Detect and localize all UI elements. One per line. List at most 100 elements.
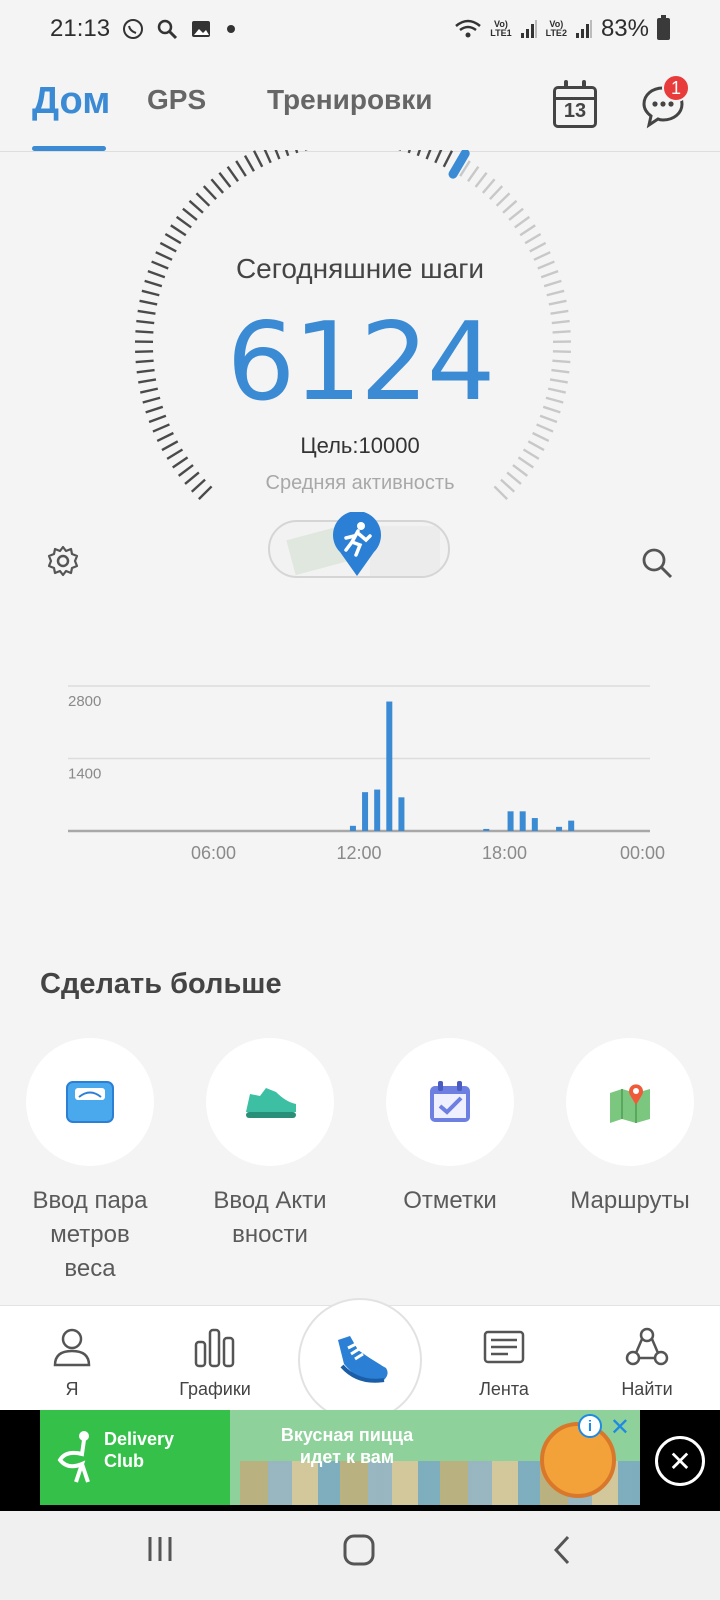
chart-x-tick: 18:00 bbox=[482, 843, 527, 863]
ad-creative[interactable]: Delivery Club Вкусная пицца идет к вам i… bbox=[40, 1410, 640, 1505]
gauge-tick bbox=[295, 150, 299, 154]
gauge-tick bbox=[263, 150, 272, 164]
chart-y-tick: 2800 bbox=[68, 693, 101, 710]
search-icon[interactable] bbox=[640, 546, 674, 585]
gauge-tick bbox=[474, 172, 488, 188]
map-pin-icon bbox=[610, 1084, 650, 1123]
ad-banner[interactable]: Delivery Club Вкусная пицца идет к вам i… bbox=[0, 1410, 720, 1511]
quick-action-routes[interactable]: Маршруты bbox=[566, 1038, 694, 1214]
gauge-tick bbox=[434, 150, 443, 164]
quick-action-circle[interactable] bbox=[566, 1038, 694, 1166]
gauge-tick bbox=[235, 160, 247, 177]
lte2-label: LTE2 bbox=[545, 28, 567, 38]
ad-brand: Delivery Club bbox=[104, 1428, 174, 1472]
chart-bar bbox=[362, 792, 369, 831]
lte1-indicator: Vo) LTE1 bbox=[490, 20, 511, 38]
nav-me-label: Я bbox=[65, 1379, 79, 1399]
gauge-tick bbox=[416, 150, 422, 157]
quick-action-weight[interactable]: Ввод пара метров веса bbox=[26, 1038, 154, 1282]
gauge-tick bbox=[398, 150, 402, 151]
close-ad-button[interactable]: ✕ bbox=[655, 1436, 705, 1486]
gauge-tick bbox=[519, 224, 536, 237]
chart-bar bbox=[398, 797, 405, 831]
ad-close-icon[interactable]: ✕ bbox=[610, 1413, 630, 1442]
wifi-icon bbox=[454, 18, 482, 40]
start-workout-button[interactable] bbox=[298, 1298, 422, 1422]
lte2-indicator: Vo) LTE2 bbox=[546, 20, 567, 38]
calendar-day: 13 bbox=[563, 100, 587, 122]
steps-goal: Цель:10000 bbox=[300, 433, 420, 458]
gauge-tick bbox=[407, 150, 411, 154]
quick-action-label: Ввод Акти вности bbox=[176, 1184, 364, 1252]
ostrich-icon bbox=[57, 1431, 90, 1483]
quick-action-circle[interactable] bbox=[386, 1038, 514, 1166]
runner-pin-icon[interactable] bbox=[330, 511, 384, 583]
gauge-tick bbox=[175, 215, 192, 229]
tab-gps[interactable]: GPS bbox=[147, 84, 206, 116]
shoe-icon bbox=[338, 1336, 388, 1383]
back-button[interactable] bbox=[548, 1533, 576, 1572]
system-nav-bar bbox=[0, 1511, 720, 1600]
dot-icon bbox=[224, 18, 238, 40]
calendar-pin bbox=[564, 80, 568, 89]
recent-apps-button[interactable] bbox=[144, 1533, 176, 1570]
calendar-button[interactable]: 13 bbox=[553, 80, 597, 128]
nav-find[interactable]: Найти bbox=[587, 1326, 707, 1400]
gauge-tick bbox=[514, 215, 531, 229]
gauge-tick bbox=[226, 165, 239, 183]
gauge-tick bbox=[529, 241, 547, 253]
label-line: Ввод Акти bbox=[213, 1187, 327, 1214]
gauge-tick bbox=[284, 150, 290, 157]
nav-charts-label: Графики bbox=[179, 1379, 251, 1399]
gauge-tick bbox=[536, 423, 554, 433]
home-button[interactable] bbox=[342, 1533, 376, 1572]
quick-action-circle[interactable] bbox=[206, 1038, 334, 1166]
recents-icon bbox=[148, 1537, 172, 1561]
gauge-tick bbox=[210, 178, 225, 194]
chart-bar bbox=[507, 811, 514, 831]
tab-workouts[interactable]: Тренировки bbox=[267, 84, 432, 116]
battery-icon bbox=[657, 15, 670, 40]
gauge-tick bbox=[164, 232, 182, 245]
nav-find-label: Найти bbox=[621, 1379, 673, 1399]
scale-icon bbox=[66, 1081, 114, 1123]
gauge-tick bbox=[481, 178, 496, 194]
gauge-tick bbox=[218, 172, 232, 188]
ad-headline-line: идет к вам bbox=[299, 1447, 395, 1467]
lte1-label: LTE1 bbox=[490, 28, 512, 38]
nav-me[interactable]: Я bbox=[12, 1326, 132, 1400]
status-time: 21:13 bbox=[50, 15, 111, 42]
label-line: вности bbox=[232, 1221, 308, 1248]
gauge-tick bbox=[508, 207, 524, 221]
label-line: Ввод пара bbox=[32, 1187, 148, 1214]
user-icon bbox=[53, 1328, 91, 1367]
ad-info-icon[interactable]: i bbox=[578, 1414, 602, 1438]
tab-home[interactable]: Дом bbox=[32, 80, 110, 123]
quick-action-label: Ввод пара метров веса bbox=[0, 1184, 184, 1286]
battery-percent: 83% bbox=[600, 15, 649, 42]
quick-action-circle[interactable] bbox=[26, 1038, 154, 1166]
gear-icon[interactable] bbox=[46, 544, 80, 583]
quick-action-label: Отметки bbox=[356, 1184, 544, 1218]
home-icon bbox=[343, 1534, 375, 1566]
nav-feed-label: Лента bbox=[479, 1379, 529, 1399]
nav-charts[interactable]: Графики bbox=[155, 1326, 275, 1400]
quick-action-activity[interactable]: Ввод Акти вности bbox=[206, 1038, 334, 1248]
steps-count: 6124 bbox=[226, 300, 496, 425]
gauge-tick bbox=[502, 199, 518, 214]
friends-icon bbox=[625, 1327, 669, 1366]
gauge-tick bbox=[202, 185, 217, 201]
search-icon bbox=[156, 18, 178, 40]
ad-headline: Вкусная пицца идет к вам bbox=[262, 1424, 432, 1468]
notification-badge: 1 bbox=[662, 74, 690, 102]
quick-action-checkins[interactable]: Отметки bbox=[386, 1038, 514, 1214]
quick-action-label: Маршруты bbox=[536, 1184, 720, 1218]
image-icon bbox=[190, 18, 212, 40]
nav-feed[interactable]: Лента bbox=[444, 1326, 564, 1400]
gauge-tick bbox=[425, 150, 432, 160]
gauge-tick bbox=[274, 150, 281, 160]
ad-brand-line: Delivery bbox=[104, 1429, 175, 1449]
label-line: метров bbox=[50, 1221, 130, 1248]
gauge-tick bbox=[182, 207, 198, 221]
gauge-tick bbox=[304, 150, 308, 151]
